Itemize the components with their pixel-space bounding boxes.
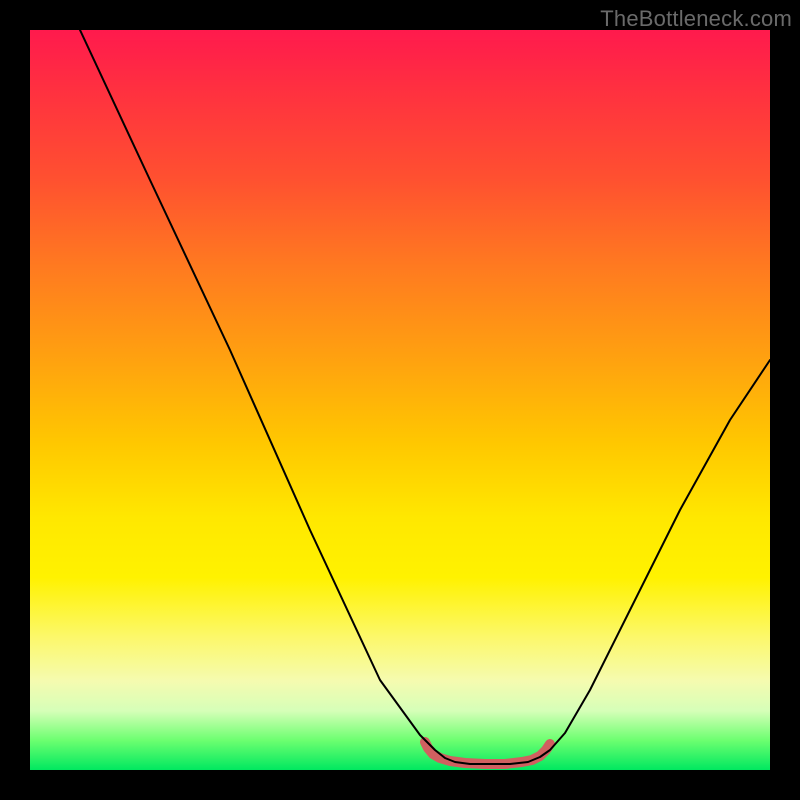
bottleneck-curve (80, 30, 770, 764)
curve-svg (30, 30, 770, 770)
watermark-label: TheBottleneck.com (600, 6, 792, 32)
plot-area (30, 30, 770, 770)
chart-frame: TheBottleneck.com (0, 0, 800, 800)
